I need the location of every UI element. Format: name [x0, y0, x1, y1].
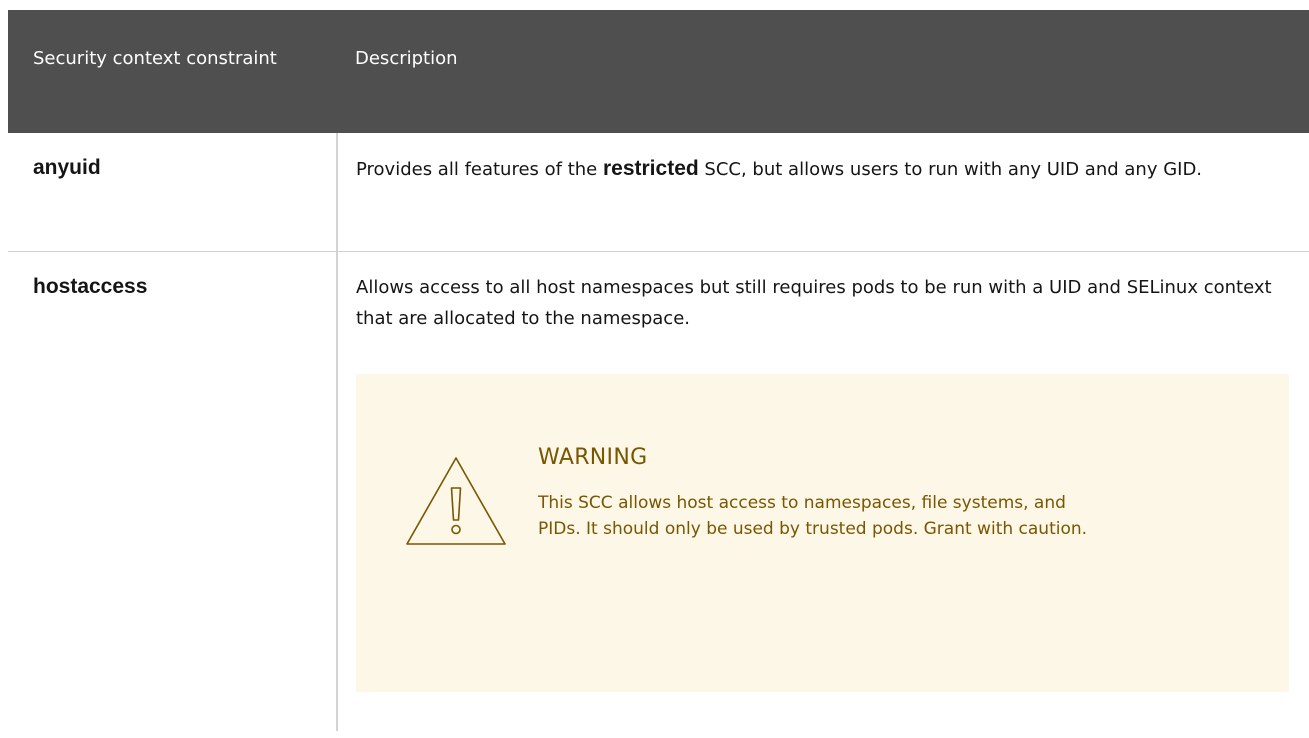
description-text: Allows access to all host namespaces but… — [356, 276, 1272, 329]
warning-triangle-icon — [406, 456, 506, 545]
description-text: Provides all features of the — [356, 159, 603, 180]
scc-name: anyuid — [8, 133, 338, 252]
description-strong: restricted — [602, 157, 699, 180]
warning-title: WARNING — [538, 444, 648, 470]
description-text: SCC, but allows users to run with any UI… — [698, 159, 1203, 180]
warning-text: This SCC allows host access to namespace… — [538, 492, 1088, 539]
scc-name: hostaccess — [8, 251, 338, 731]
warning-admonition: WARNING This SCC allows host access to n… — [356, 373, 1289, 692]
header-row: Security context constraint Description — [8, 10, 1309, 133]
scc-table: Security context constraint Description … — [8, 10, 1309, 731]
table-body: anyuid Provides all features of the rest… — [8, 133, 1309, 731]
column-header-description: Description — [337, 10, 1309, 133]
document-page: Security context constraint Description … — [0, 0, 1309, 738]
scc-description: Provides all features of the restricted … — [337, 133, 1309, 252]
table-header: Security context constraint Description — [8, 10, 1309, 133]
table-row: anyuid Provides all features of the rest… — [8, 133, 1309, 252]
column-header-constraint: Security context constraint — [8, 10, 337, 133]
table-row: hostaccess Allows access to all host nam… — [8, 251, 1309, 731]
scc-description: Allows access to all host namespaces but… — [337, 251, 1309, 731]
